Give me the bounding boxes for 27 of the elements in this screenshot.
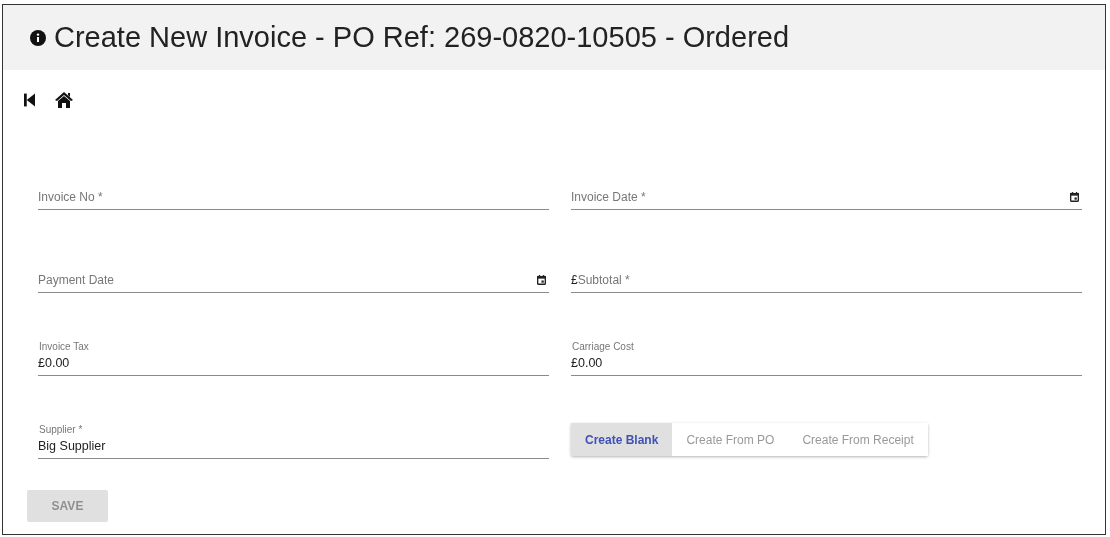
page-title: Create New Invoice - PO Ref: 269-0820-10505 - Ordered xyxy=(54,21,790,54)
field-placeholder: Subtotal * xyxy=(577,273,631,287)
field-label: Supplier * xyxy=(38,424,84,435)
calendar-icon[interactable] xyxy=(1070,192,1079,202)
field-placeholder: Payment Date xyxy=(38,273,116,287)
field-placeholder: Invoice Date * xyxy=(571,190,647,204)
field-label: Invoice Tax xyxy=(38,341,90,352)
input-field[interactable]: Invoice No * xyxy=(38,152,549,210)
field-value: £0.00 xyxy=(571,356,604,370)
field-label: Carriage Cost xyxy=(571,341,635,352)
skip-back-icon[interactable] xyxy=(24,93,35,107)
toggle-option[interactable]: Create From PO xyxy=(672,423,789,456)
field-placeholder: Invoice No * xyxy=(38,190,104,204)
toggle-option[interactable]: Create From Receipt xyxy=(788,423,928,456)
toggle-option[interactable]: Create Blank xyxy=(571,423,673,456)
currency-prefix: £ xyxy=(571,273,578,287)
input-field[interactable]: Carriage Cost £0.00 xyxy=(571,318,1082,376)
home-icon[interactable] xyxy=(55,92,73,108)
field-value: £0.00 xyxy=(38,356,71,370)
input-field[interactable]: £Subtotal * xyxy=(571,235,1082,293)
field-value: Big Supplier xyxy=(38,439,107,453)
calendar-icon[interactable] xyxy=(537,275,546,285)
input-field[interactable]: Invoice Date * xyxy=(571,152,1082,210)
input-field[interactable]: Payment Date xyxy=(38,235,549,293)
input-field[interactable]: Supplier * Big Supplier xyxy=(38,401,549,459)
input-field[interactable]: Invoice Tax £0.00 xyxy=(38,318,549,376)
info-icon xyxy=(30,29,46,46)
